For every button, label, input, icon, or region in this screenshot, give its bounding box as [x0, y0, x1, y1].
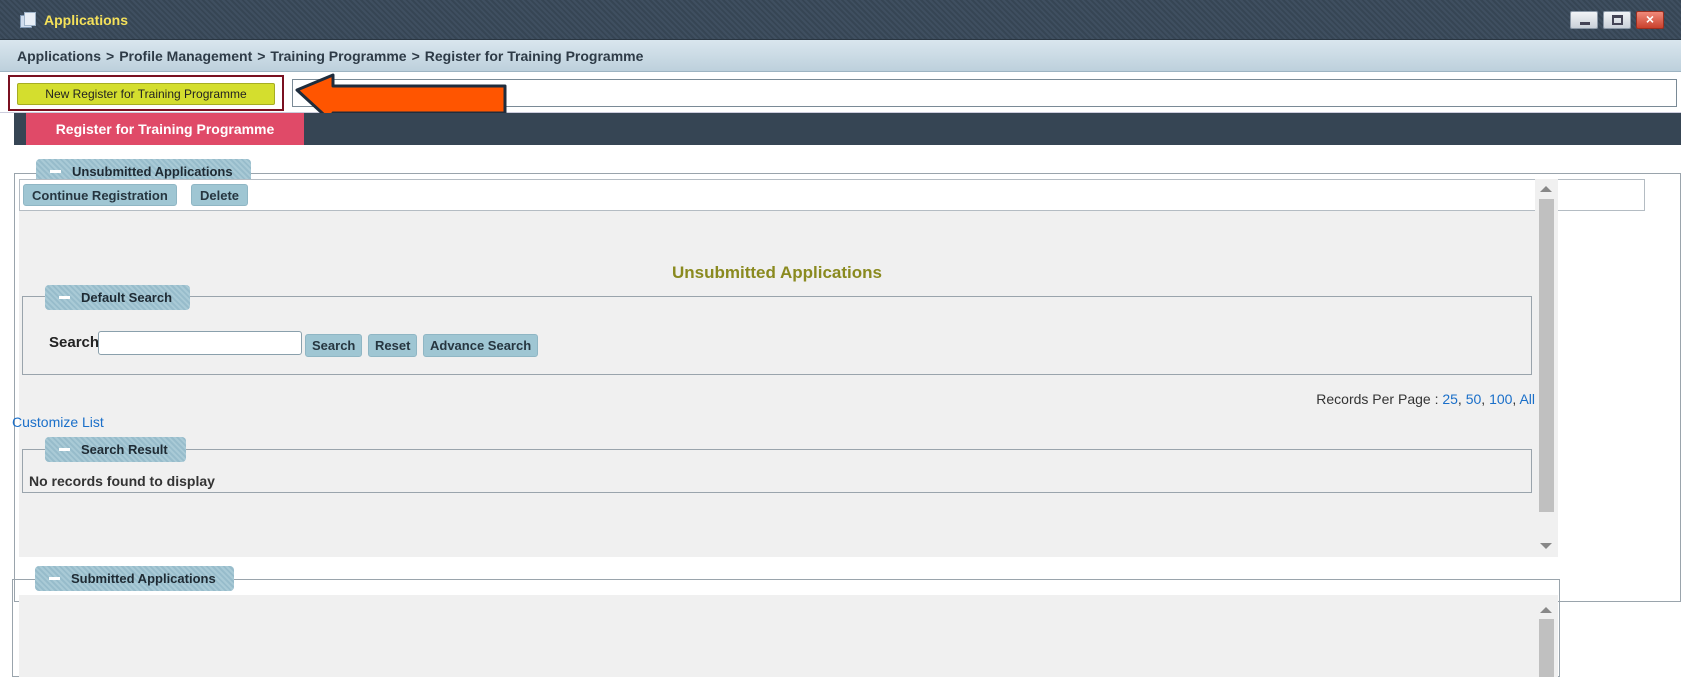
- scroll-up-icon[interactable]: [1540, 186, 1552, 192]
- submitted-scrollbar[interactable]: [1535, 595, 1558, 677]
- new-register-button[interactable]: New Register for Training Programme: [17, 83, 275, 105]
- maximize-button[interactable]: [1603, 11, 1631, 29]
- reset-button[interactable]: Reset: [368, 334, 418, 357]
- submitted-legend[interactable]: Submitted Applications: [35, 566, 234, 591]
- breadcrumb-separator: >: [106, 48, 115, 64]
- rpp-option-all[interactable]: All: [1519, 391, 1535, 407]
- search-result-fieldset: [22, 449, 1532, 493]
- search-input[interactable]: [98, 331, 302, 355]
- app-window-icon: [20, 12, 38, 28]
- records-per-page-label: Records Per Page :: [1316, 391, 1439, 407]
- submitted-panel: [19, 595, 1535, 677]
- breadcrumb-item-training-programme[interactable]: Training Programme: [270, 40, 406, 72]
- collapse-icon: [59, 448, 70, 451]
- breadcrumb-separator: >: [411, 48, 420, 64]
- breadcrumb-separator: >: [257, 48, 266, 64]
- no-records-message: No records found to display: [29, 473, 215, 489]
- continue-registration-button[interactable]: Continue Registration: [23, 184, 177, 206]
- submitted-legend-label: Submitted Applications: [71, 571, 216, 586]
- collapse-icon: [49, 577, 60, 580]
- tab-bar: Register for Training Programme: [14, 113, 1681, 145]
- unsubmitted-scrollbar[interactable]: [1535, 179, 1558, 557]
- customize-list-link[interactable]: Customize List: [12, 414, 104, 430]
- window-titlebar: Applications ×: [0, 0, 1681, 40]
- close-button[interactable]: ×: [1636, 11, 1664, 29]
- collapse-icon: [59, 296, 70, 299]
- main-content: Unsubmitted Applications Continue Regist…: [12, 145, 1681, 677]
- tab-register-training[interactable]: Register for Training Programme: [26, 113, 304, 145]
- search-result-legend[interactable]: Search Result: [45, 437, 186, 462]
- default-search-legend-label: Default Search: [81, 290, 173, 305]
- breadcrumb-item-applications[interactable]: Applications: [17, 40, 101, 72]
- collapse-icon: [50, 170, 61, 173]
- advance-search-button[interactable]: Advance Search: [423, 334, 539, 357]
- rpp-option-25[interactable]: 25: [1442, 391, 1458, 407]
- search-label: Search: [49, 334, 100, 351]
- minimize-button[interactable]: [1570, 11, 1598, 29]
- scroll-down-icon[interactable]: [1540, 543, 1552, 549]
- delete-button[interactable]: Delete: [191, 184, 249, 206]
- records-per-page: Records Per Page : 25, 50, 100, All: [1316, 391, 1535, 407]
- rpp-option-100[interactable]: 100: [1489, 391, 1512, 407]
- window-title: Applications: [44, 12, 129, 28]
- unsubmitted-panel: Unsubmitted Applications Default Search …: [12, 211, 1535, 557]
- minimize-icon: [1580, 22, 1590, 25]
- unsubmitted-toolbar: Continue Registration Delete: [19, 179, 1645, 211]
- section-title: Unsubmitted Applications: [672, 263, 882, 282]
- close-icon: ×: [1645, 11, 1655, 27]
- breadcrumb-item-profile-management[interactable]: Profile Management: [119, 40, 252, 72]
- search-result-legend-label: Search Result: [81, 442, 168, 457]
- breadcrumb-item-register: Register for Training Programme: [424, 48, 644, 64]
- scroll-thumb[interactable]: [1539, 619, 1554, 677]
- rpp-option-50[interactable]: 50: [1466, 391, 1482, 407]
- search-button[interactable]: Search: [305, 334, 363, 357]
- unsubmitted-legend-label: Unsubmitted Applications: [72, 164, 233, 179]
- action-toolbar: New Register for Training Programme: [0, 73, 1681, 113]
- breadcrumb: Applications > Profile Management > Training…: [0, 40, 1681, 72]
- default-search-legend[interactable]: Default Search: [45, 285, 191, 310]
- scroll-up-icon[interactable]: [1540, 607, 1552, 613]
- maximize-icon: [1612, 15, 1623, 25]
- scroll-thumb[interactable]: [1539, 199, 1554, 512]
